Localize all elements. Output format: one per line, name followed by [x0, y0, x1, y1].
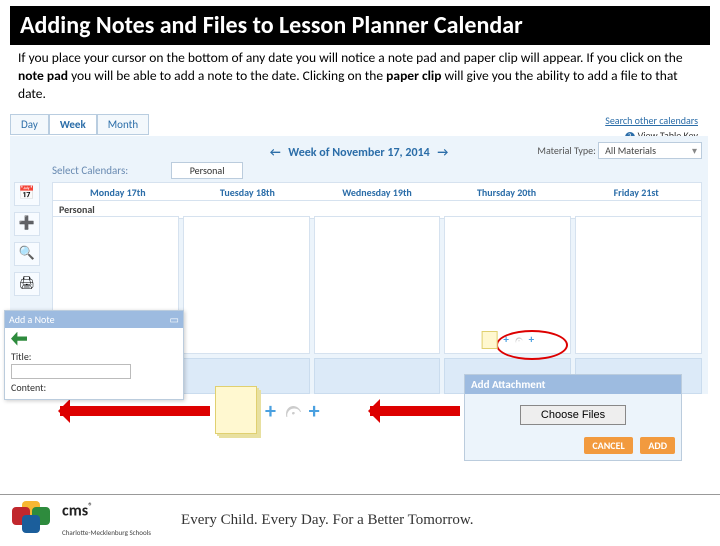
- tab-month[interactable]: Month: [97, 114, 149, 135]
- day-cell[interactable]: [575, 216, 702, 354]
- notepad-icon[interactable]: [481, 331, 497, 349]
- next-week-arrow[interactable]: →: [437, 146, 448, 160]
- slide-title: Adding Notes and Files to Lesson Planner…: [10, 6, 710, 45]
- prev-week-arrow[interactable]: ←: [270, 146, 281, 160]
- annotation-arrow-right: [370, 406, 460, 416]
- calendar-panel: ← Week of November 17, 2014 → Material T…: [10, 136, 708, 394]
- tagline: Every Child. Every Day. For a Better Tom…: [181, 512, 474, 529]
- cancel-button[interactable]: CANCEL: [584, 437, 632, 454]
- tab-week[interactable]: Week: [49, 114, 97, 135]
- plus-icon: +: [309, 397, 320, 424]
- add-note-header: Add a Note: [9, 313, 55, 326]
- paperclip-icon: 𝄐: [278, 390, 306, 430]
- note-title-input[interactable]: [11, 364, 131, 379]
- note-title-label: Title:: [11, 350, 177, 363]
- annotation-arrow-left: [60, 406, 210, 416]
- select-calendars-row: Select Calendars: Personal: [52, 162, 243, 179]
- calendar-icon[interactable]: 📅: [14, 182, 40, 206]
- add-note-popup: Add a Note ▭ Title: Content:: [4, 310, 184, 400]
- day-cell[interactable]: [183, 216, 310, 354]
- back-arrow-icon[interactable]: [11, 332, 27, 346]
- notepad-icon: [215, 386, 257, 434]
- week-label: Week of November 17, 2014: [288, 146, 429, 160]
- add-attachment-header: Add Attachment: [465, 375, 681, 394]
- note-content-label: Content:: [11, 381, 177, 394]
- add-calendar-icon[interactable]: ➕: [14, 212, 40, 236]
- left-tool-strip: 📅 ➕ 🔍 🖨: [14, 182, 46, 296]
- print-icon[interactable]: 🖨: [14, 272, 40, 296]
- cms-logo: [12, 501, 56, 541]
- instruction-text: If you place your cursor on the bottom o…: [0, 49, 720, 110]
- slide-footer: cms® Charlotte-Mecklenburg Schools Every…: [0, 494, 720, 546]
- brand-block: cms® Charlotte-Mecklenburg Schools: [62, 501, 151, 539]
- view-tabs: Day Week Month: [10, 114, 149, 135]
- cell-hover-icons: + 𝄐+: [481, 331, 534, 349]
- add-attachment-popup: Add Attachment Choose Files CANCEL ADD: [464, 374, 682, 461]
- material-type: Material Type: All Materials: [537, 142, 702, 159]
- popup-controls[interactable]: ▭: [170, 313, 179, 326]
- search-other-calendars-link[interactable]: Search other calendars: [605, 114, 698, 127]
- day-cell[interactable]: [314, 216, 441, 354]
- choose-files-button[interactable]: Choose Files: [520, 405, 626, 425]
- enlarged-icons-callout: + 𝄐 +: [215, 386, 320, 434]
- plus-icon: +: [265, 397, 276, 424]
- material-type-select[interactable]: All Materials: [598, 142, 702, 159]
- search-tool-icon[interactable]: 🔍: [14, 242, 40, 266]
- add-button[interactable]: ADD: [640, 437, 675, 454]
- calendar-chip-personal[interactable]: Personal: [171, 162, 244, 179]
- tab-day[interactable]: Day: [10, 114, 49, 135]
- paperclip-icon[interactable]: 𝄐: [512, 330, 525, 349]
